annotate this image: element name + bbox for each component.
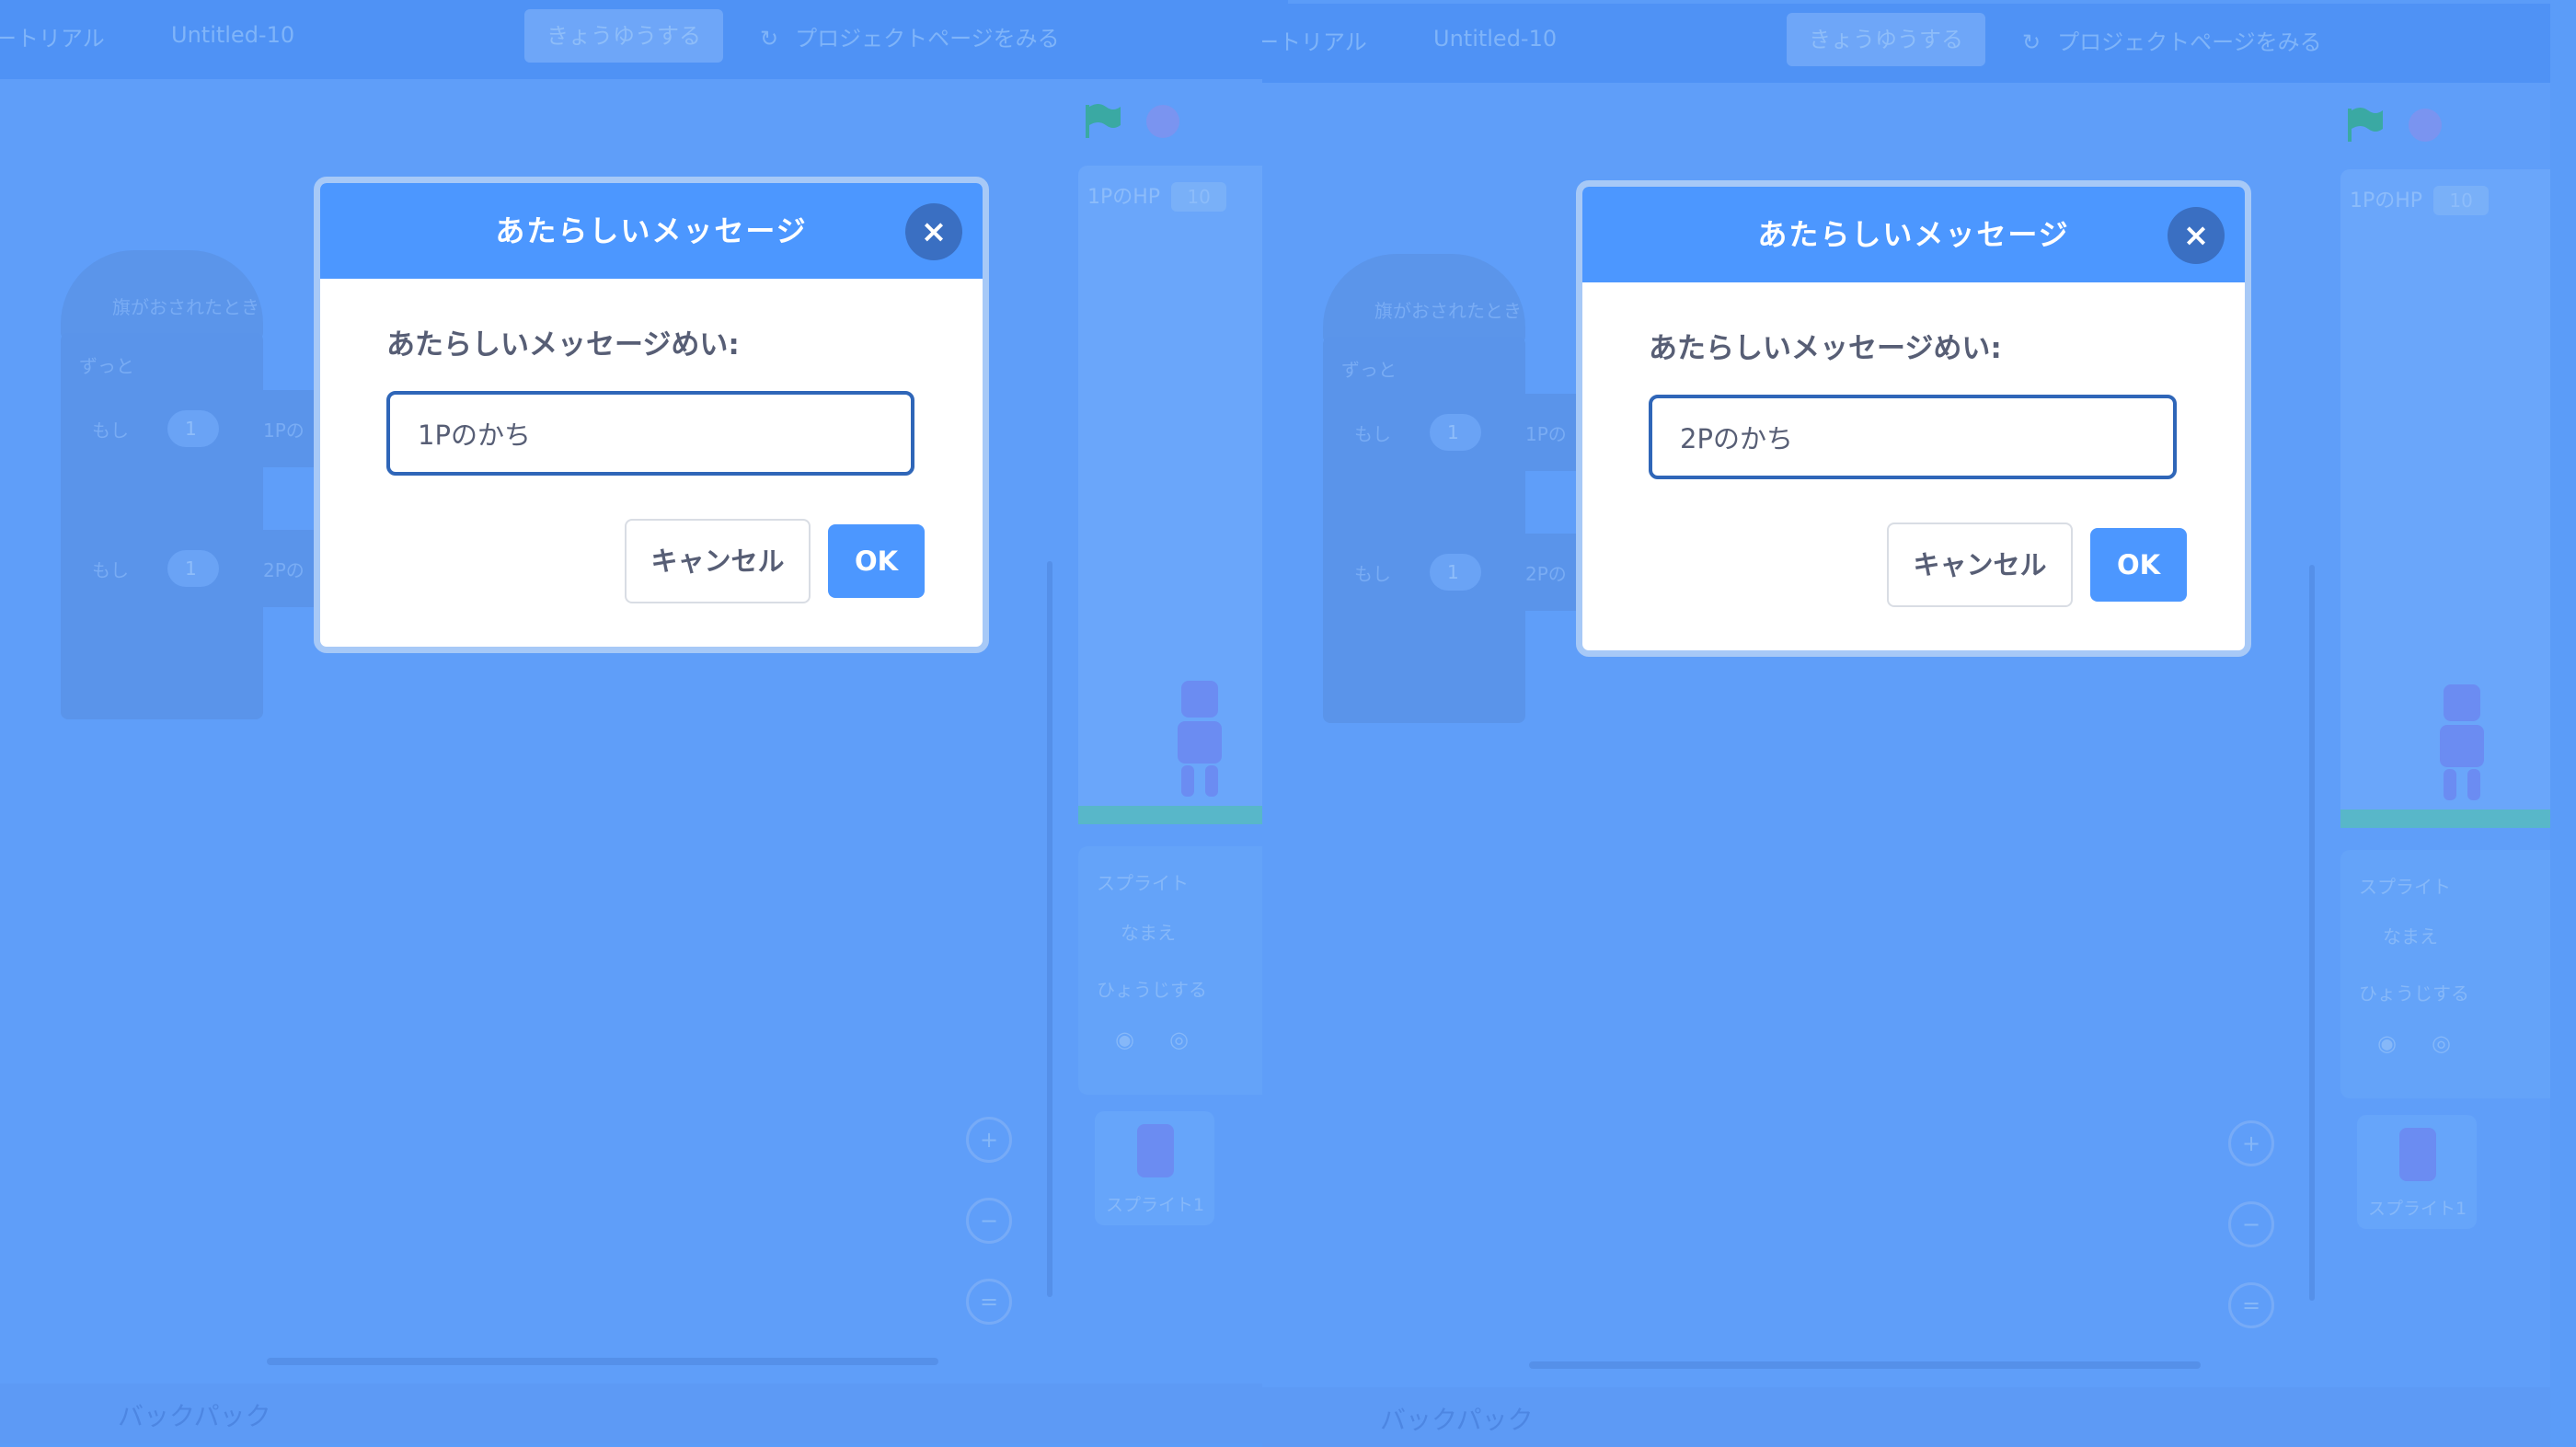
number-pill-2: 1 [167,550,219,587]
horizontal-scrollbar[interactable] [267,1358,938,1365]
show-label: ひょうじする [1097,979,1207,1001]
stage[interactable]: 1PのHP 10 [1078,166,1288,824]
show-label: ひょうじする [2359,982,2469,1005]
message-name-label: あたらしいメッセージめい: [1649,332,2002,365]
variable-monitor-value: 10 [2433,186,2490,215]
zoom-in-button[interactable]: + [2228,1120,2274,1166]
backpack-bar[interactable]: バックパック [1262,1387,2550,1447]
menu-bar: ートリアル Untitled-10 きょうゆうする ↻ プロジェクトページをみる [1262,4,2550,83]
var-reporter-2: 2Pの [263,559,305,581]
share-button[interactable]: きょうゆうする [524,9,723,63]
variable-monitor-name: 1PのHP [1087,186,1161,209]
stage-floor [1078,806,1288,824]
editor-panel-right: ートリアル Untitled-10 きょうゆうする ↻ プロジェクトページをみる … [1262,4,2550,1447]
cancel-button[interactable]: キャンセル [1887,523,2073,607]
sprite-thumbnail [1137,1124,1174,1177]
project-title-field[interactable]: Untitled-10 [156,11,506,59]
backpack-label: バックパック [1380,1405,1534,1435]
stage-floor [2340,810,2550,828]
stop-icon[interactable] [2409,109,2442,142]
new-message-dialog: あたらしいメッセージ × あたらしいメッセージめい: キャンセル OK [314,177,989,653]
number-pill-2: 1 [1430,554,1481,591]
code-block-hat: 旗がおされたとき [61,250,263,339]
editor-panel-left: ートリアル Untitled-10 きょうゆうする ↻ プロジェクトページをみる … [0,0,1288,1443]
sprite-info-pane: スプライト なまえ ひょうじする ◉◎ [2340,850,2550,1098]
visibility-toggle-icons[interactable]: ◉◎ [1115,1027,1224,1052]
zoom-out-button[interactable]: − [966,1198,1012,1244]
if-label-1: もし [1354,423,1391,445]
swirl-icon: ↻ [2022,29,2041,55]
stage[interactable]: 1PのHP 10 [2340,169,2550,828]
stop-icon[interactable] [1146,105,1179,138]
name-label: なまえ [2383,925,2438,947]
sprite-tile[interactable]: スプライト1 [2357,1115,2477,1229]
see-project-page-link[interactable]: ↻ プロジェクトページをみる [2022,24,2322,56]
var-reporter-2: 2Pの [1525,563,1567,585]
ok-button[interactable]: OK [2090,528,2187,602]
robot-sprite[interactable] [1167,681,1231,800]
variable-monitor: 1PのHP 10 [2350,184,2490,215]
green-flag-icon[interactable] [2346,107,2386,144]
name-label: なまえ [1121,922,1176,944]
ok-button[interactable]: OK [828,524,925,598]
close-icon[interactable]: × [2168,207,2225,264]
menu-bar: ートリアル Untitled-10 きょうゆうする ↻ プロジェクトページをみる [0,0,1288,79]
var-reporter-1: 1Pの [1525,423,1567,445]
project-title-field[interactable]: Untitled-10 [1419,15,1768,63]
backpack-bar[interactable]: バックパック [0,1384,1288,1443]
visibility-toggle-icons[interactable]: ◉◎ [2377,1030,2486,1056]
close-icon[interactable]: × [905,203,962,260]
number-pill-1: 1 [167,410,219,447]
hat-block-label: 旗がおされたとき [112,296,259,318]
sprite-tile-label: スプライト1 [2368,1199,2467,1219]
number-pill-1: 1 [1430,414,1481,451]
message-name-label: あたらしいメッセージめい: [386,328,740,362]
see-project-page-label: プロジェクトページをみる [795,26,1060,52]
if-label-1: もし [92,419,129,442]
new-message-dialog: あたらしいメッセージ × あたらしいメッセージめい: キャンセル OK [1576,180,2251,657]
dialog-header: あたらしいメッセージ × [1582,187,2245,282]
sprite-info-pane: スプライト なまえ ひょうじする ◉◎ [1078,846,1288,1095]
hat-block-label: 旗がおされたとき [1374,300,1522,322]
cancel-button[interactable]: キャンセル [625,519,811,603]
vertical-scrollbar[interactable] [1047,561,1052,1297]
message-name-input[interactable] [386,391,914,476]
zoom-reset-button[interactable]: = [966,1279,1012,1325]
backpack-label: バックパック [118,1401,271,1431]
share-button[interactable]: きょうゆうする [1787,13,1985,66]
variable-monitor-value: 10 [1171,182,1227,212]
see-project-page-link[interactable]: ↻ プロジェクトページをみる [760,20,1060,52]
forever-label: ずっと [1341,359,1397,381]
green-flag-icon[interactable] [1084,103,1124,140]
sprite-tile[interactable]: スプライト1 [1095,1111,1214,1225]
dialog-title: あたらしいメッセージ [495,213,808,248]
sprite-tile-label: スプライト1 [1106,1195,1205,1215]
forever-label: ずっと [79,355,134,377]
dialog-title: あたらしいメッセージ [1757,217,2070,252]
zoom-out-button[interactable]: − [2228,1201,2274,1247]
code-block-hat: 旗がおされたとき [1323,254,1525,342]
sprite-label: スプライト [2359,876,2451,898]
zoom-reset-button[interactable]: = [2228,1282,2274,1328]
zoom-in-button[interactable]: + [966,1117,1012,1163]
tutorials-menu[interactable]: ートリアル [0,20,105,52]
sprite-thumbnail [2399,1128,2436,1181]
if-label-2: もし [92,559,129,581]
variable-monitor: 1PのHP 10 [1087,180,1227,212]
see-project-page-label: プロジェクトページをみる [2057,29,2322,55]
if-label-2: もし [1354,563,1391,585]
variable-monitor-name: 1PのHP [2350,189,2423,212]
tutorials-menu[interactable]: ートリアル [1262,24,1367,56]
dialog-header: あたらしいメッセージ × [320,183,983,279]
robot-sprite[interactable] [2429,684,2493,804]
horizontal-scrollbar[interactable] [1529,1361,2201,1369]
vertical-scrollbar[interactable] [2309,565,2315,1301]
message-name-input[interactable] [1649,395,2177,479]
swirl-icon: ↻ [760,26,779,52]
var-reporter-1: 1Pの [263,419,305,442]
sprite-label: スプライト [1097,872,1189,894]
